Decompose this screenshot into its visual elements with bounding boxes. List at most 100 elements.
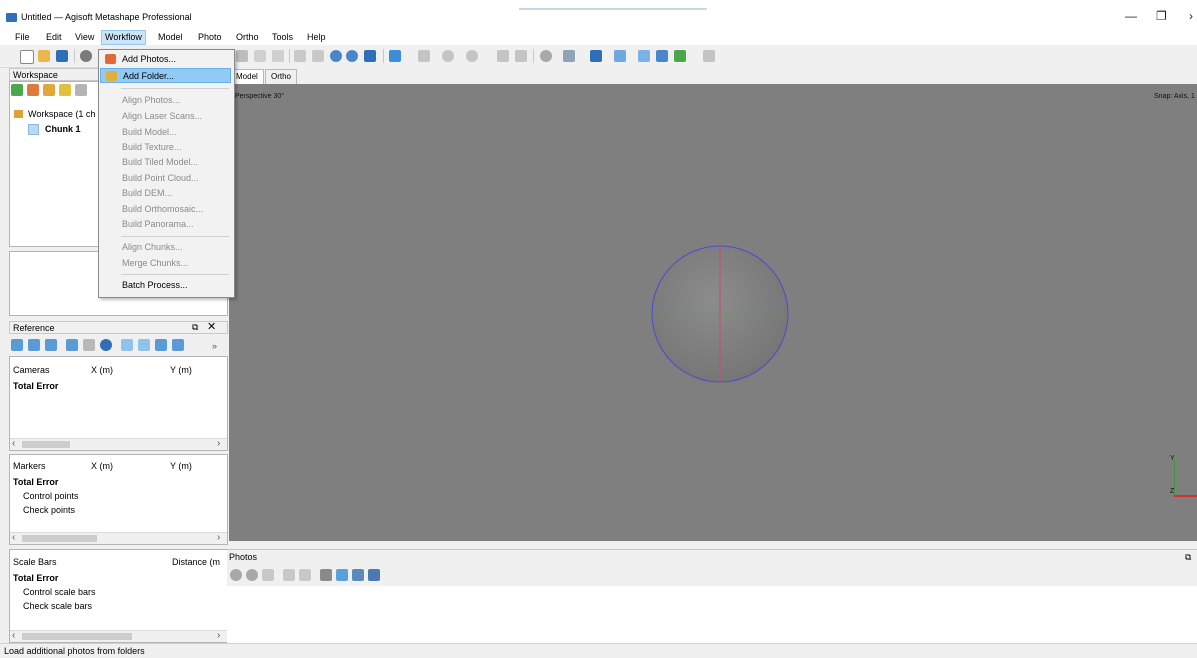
menu-build-point-cloud[interactable]: Build Point Cloud... — [100, 171, 231, 186]
photos-float-icon[interactable]: ⧉ — [1185, 552, 1191, 563]
add-markers-ws-icon[interactable] — [59, 84, 71, 96]
misc-tool-icon[interactable] — [703, 50, 715, 62]
menu-align-photos[interactable]: Align Photos... — [100, 93, 231, 108]
markers-col-header[interactable]: Markers — [13, 461, 46, 471]
optimize-icon[interactable] — [66, 339, 78, 351]
rotate-right-icon[interactable] — [299, 569, 311, 581]
markers-scrollbar[interactable]: ‹ › — [10, 532, 227, 544]
chunk-item[interactable]: Chunk 1 — [45, 124, 81, 134]
menu-edit[interactable]: Edit — [43, 31, 65, 44]
dropdown-tool-icon[interactable] — [236, 50, 248, 62]
menu-merge-chunks[interactable]: Merge Chunks... — [100, 256, 231, 271]
scroll-thumb[interactable] — [22, 441, 70, 448]
menu-build-tiled-model[interactable]: Build Tiled Model... — [100, 155, 231, 170]
shapes-icon[interactable] — [590, 50, 602, 62]
scroll-thumb[interactable] — [22, 535, 97, 542]
scroll-left-icon[interactable]: ‹ — [12, 532, 15, 543]
import-icon[interactable] — [11, 339, 23, 351]
settings-icon[interactable] — [172, 339, 184, 351]
menu-file[interactable]: File — [12, 31, 33, 44]
shield-icon[interactable] — [638, 50, 650, 62]
disable-icon[interactable] — [246, 569, 258, 581]
menu-help[interactable]: Help — [304, 31, 329, 44]
convert-icon[interactable] — [45, 339, 57, 351]
list-view-icon[interactable] — [352, 569, 364, 581]
menu-build-panorama[interactable]: Build Panorama... — [100, 217, 231, 232]
workspace-root[interactable]: Workspace (1 ch — [28, 109, 95, 119]
cameras-col-header[interactable]: Cameras — [13, 365, 50, 375]
mesh-icon[interactable] — [442, 50, 454, 62]
scroll-right-icon[interactable]: › — [217, 532, 220, 543]
control-points-row[interactable]: Control points — [23, 491, 79, 501]
menu-model[interactable]: Model — [155, 31, 186, 44]
filter-icon[interactable] — [320, 569, 332, 581]
save-icon[interactable] — [56, 50, 68, 62]
undo-icon[interactable] — [80, 50, 92, 62]
menu-add-folder[interactable]: Add Folder... — [100, 68, 231, 83]
new-file-icon[interactable] — [20, 50, 34, 64]
menu-batch-process[interactable]: Batch Process... — [100, 278, 231, 293]
maximize-button[interactable]: ❐ — [1156, 9, 1167, 23]
cameras-y-header[interactable]: Y (m) — [170, 365, 192, 375]
view-source-icon[interactable] — [121, 339, 133, 351]
crop-icon[interactable] — [312, 50, 324, 62]
dense-points-icon[interactable] — [418, 50, 430, 62]
sphere-icon[interactable] — [540, 50, 552, 62]
menu-build-texture[interactable]: Build Texture... — [100, 140, 231, 155]
markers-y-header[interactable]: Y (m) — [170, 461, 192, 471]
curve-icon[interactable] — [614, 50, 626, 62]
menu-align-chunks[interactable]: Align Chunks... — [100, 240, 231, 255]
menu-align-laser-scans[interactable]: Align Laser Scans... — [100, 109, 231, 124]
points-icon[interactable] — [389, 50, 401, 62]
zoom-in-icon[interactable] — [330, 50, 342, 62]
cameras-x-header[interactable]: X (m) — [91, 365, 113, 375]
menu-tools[interactable]: Tools — [269, 31, 296, 44]
image-icon[interactable] — [674, 50, 686, 62]
menu-view[interactable]: View — [72, 31, 97, 44]
scroll-right-icon[interactable]: › — [217, 438, 220, 449]
close-button[interactable]: › — [1189, 9, 1193, 23]
add-folder-ws-icon[interactable] — [43, 84, 55, 96]
view-estimated-icon[interactable] — [138, 339, 150, 351]
dem-icon[interactable] — [515, 50, 527, 62]
tab-ortho[interactable]: Ortho — [265, 69, 298, 84]
scroll-right-icon[interactable]: › — [217, 630, 220, 641]
more-icon[interactable]: » — [212, 341, 217, 351]
model-viewport[interactable]: Perspective 30° Snap: Axis, 1 Y Z — [229, 84, 1197, 541]
move-icon[interactable] — [364, 50, 376, 62]
remove-icon[interactable] — [262, 569, 274, 581]
menu-build-orthomosaic[interactable]: Build Orthomosaic... — [100, 202, 231, 217]
scalebars-scrollbar[interactable]: ‹ › — [10, 630, 227, 642]
close-panel-icon[interactable]: ✕ — [207, 320, 216, 333]
thumbnails-icon[interactable] — [336, 569, 348, 581]
add-chunk-icon[interactable] — [11, 84, 23, 96]
flag-icon[interactable] — [656, 50, 668, 62]
distance-header[interactable]: Distance (m — [172, 557, 220, 567]
scroll-thumb[interactable] — [22, 633, 132, 640]
refresh-icon[interactable] — [75, 84, 87, 96]
wand-icon[interactable] — [83, 339, 95, 351]
trackball-sphere[interactable] — [650, 244, 790, 384]
menu-add-photos[interactable]: Add Photos... — [100, 52, 231, 67]
menu-build-model[interactable]: Build Model... — [100, 125, 231, 140]
add-photos-ws-icon[interactable] — [27, 84, 39, 96]
delete-x-icon[interactable] — [294, 50, 306, 62]
photos-pane[interactable] — [227, 586, 1197, 643]
export-icon[interactable] — [28, 339, 40, 351]
rotate-left-icon[interactable] — [283, 569, 295, 581]
control-scale-bars-row[interactable]: Control scale bars — [23, 587, 96, 597]
tab-model[interactable]: Model — [230, 69, 264, 84]
open-folder-icon[interactable] — [38, 50, 50, 62]
menu-build-dem[interactable]: Build DEM... — [100, 186, 231, 201]
menu-ortho[interactable]: Ortho — [233, 31, 262, 44]
view-errors-icon[interactable] — [155, 339, 167, 351]
scalebars-col-header[interactable]: Scale Bars — [13, 557, 57, 567]
update-icon[interactable] — [100, 339, 112, 351]
minimize-button[interactable]: — — [1125, 9, 1137, 23]
float-icon[interactable]: ⧉ — [192, 322, 198, 333]
scroll-left-icon[interactable]: ‹ — [12, 630, 15, 641]
camera-icon[interactable] — [563, 50, 575, 62]
menu-workflow[interactable]: Workflow — [101, 30, 146, 45]
check-points-row[interactable]: Check points — [23, 505, 75, 515]
ruler-icon[interactable] — [272, 50, 284, 62]
